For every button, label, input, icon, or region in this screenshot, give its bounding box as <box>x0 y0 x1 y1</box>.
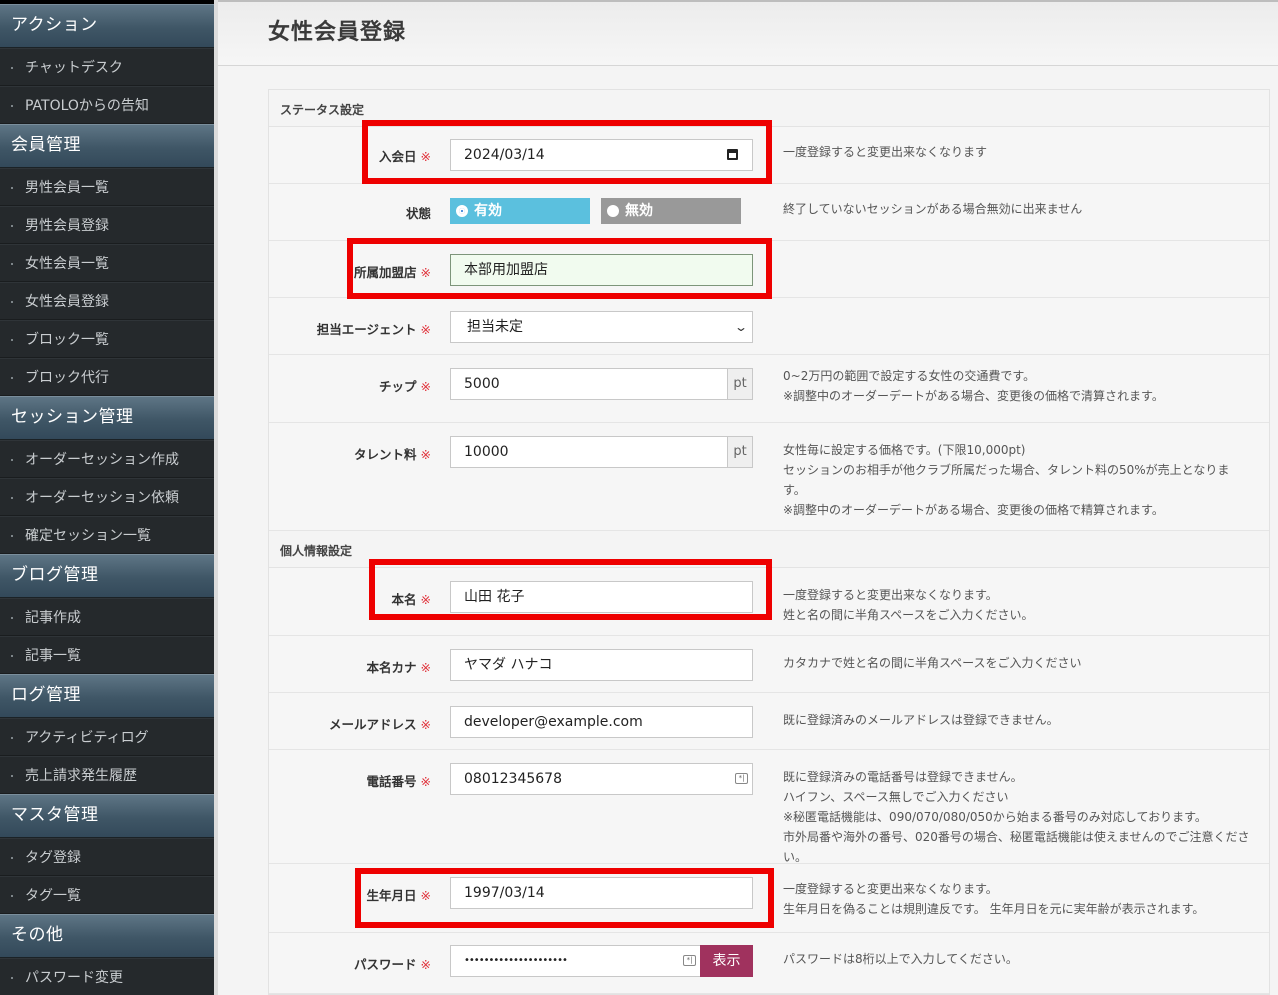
sidebar-item-tag-list[interactable]: タグ一覧 <box>0 876 214 914</box>
row-tip: チップ ※ 5000 pt 0~2万円の範囲で設定する女性の交通費です。 ※調整中… <box>269 355 1269 423</box>
tip-note: 0~2万円の範囲で設定する女性の交通費です。 ※調整中のオーダーデートがある場合… <box>783 369 1164 403</box>
highlight-box-real-name <box>369 559 772 620</box>
autofill-icon[interactable]: *| <box>683 955 696 966</box>
row-phone: 電話番号 ※ 08012345678 *| 既に登録済みの電話番号は登録できません… <box>269 750 1269 864</box>
sidebar-item-block-list[interactable]: ブロック一覧 <box>0 320 214 358</box>
row-agent: 担当エージェント ※ 担当未定 ⌄ <box>269 298 1269 355</box>
birthday-note: 一度登録すると変更出来なくなります。 生年月日を偽ることは規則違反です。 生年月… <box>783 882 1205 916</box>
highlight-box-join-date <box>362 120 772 184</box>
join-date-note: 一度登録すると変更出来なくなります <box>783 145 988 159</box>
tip-unit: pt <box>727 368 753 400</box>
sidebar-section-sessions[interactable]: セッション管理 <box>0 396 214 440</box>
sidebar-item-tag-register[interactable]: タグ登録 <box>0 838 214 876</box>
real-name-kana-note: カタカナで姓と名の間に半角スペースをご入力ください <box>783 656 1082 670</box>
main-area: 女性会員登録 ステータス設定 入会日 ※ 2024/03/14 一度登録すると変更… <box>214 0 1278 995</box>
sidebar-item-block-proxy[interactable]: ブロック代行 <box>0 358 214 396</box>
row-real-name-kana: 本名カナ ※ ヤマダ ハナコ カタカナで姓と名の間に半角スペースをご入力ください <box>269 636 1269 693</box>
agent-select[interactable]: 担当未定 ⌄ <box>450 311 753 343</box>
real-name-kana-input[interactable]: ヤマダ ハナコ <box>450 649 753 681</box>
sidebar-item-patolo-notice[interactable]: PATOLOからの告知 <box>0 86 214 124</box>
sidebar-section-logs[interactable]: ログ管理 <box>0 674 214 718</box>
row-state: 状態 有効 無効 終了していないセッションがある場合無効に出来ません <box>269 184 1269 241</box>
highlight-box-birthday <box>355 868 774 928</box>
talent-fee-label: タレント料 ※ <box>354 447 431 462</box>
talent-fee-note: 女性毎に設定する価格です。(下限10,000pt) セッションのお相手が他クラブ… <box>783 443 1230 517</box>
real-name-note: 一度登録すると変更出来なくなります。 姓と名の間に半角スペースをご入力ください。 <box>783 588 1034 622</box>
sidebar-item-order-session-create[interactable]: オーダーセッション作成 <box>0 440 214 478</box>
registration-form: ステータス設定 入会日 ※ 2024/03/14 一度登録すると変更出来なくなりま… <box>268 89 1270 995</box>
autofill-icon[interactable]: *| <box>735 773 748 784</box>
sidebar-item-article-list[interactable]: 記事一覧 <box>0 636 214 674</box>
sidebar-item-article-create[interactable]: 記事作成 <box>0 598 214 636</box>
tip-label: チップ ※ <box>379 379 431 394</box>
sidebar-item-order-session-request[interactable]: オーダーセッション依頼 <box>0 478 214 516</box>
sidebar-item-activity-log[interactable]: アクティビティログ <box>0 718 214 756</box>
radio-unselected-icon <box>607 205 619 217</box>
state-radio-active[interactable]: 有効 <box>450 198 590 224</box>
sidebar-item-confirmed-sessions[interactable]: 確定セッション一覧 <box>0 516 214 554</box>
sidebar-item-female-register[interactable]: 女性会員登録 <box>0 282 214 320</box>
tip-input[interactable]: 5000 pt <box>450 368 753 400</box>
show-password-button[interactable]: 表示 <box>700 945 753 977</box>
password-label: パスワード ※ <box>354 957 431 972</box>
row-email: メールアドレス ※ developer@example.com 既に登録済みのメー… <box>269 693 1269 750</box>
sidebar-item-female-list[interactable]: 女性会員一覧 <box>0 244 214 282</box>
agent-label: 担当エージェント ※ <box>316 322 431 337</box>
chevron-down-icon: ⌄ <box>733 320 749 334</box>
sidebar-section-action[interactable]: アクション <box>0 4 214 48</box>
real-name-kana-label: 本名カナ ※ <box>366 660 432 675</box>
state-note: 終了していないセッションがある場合無効に出来ません <box>783 202 1083 216</box>
state-label: 状態 <box>405 206 431 221</box>
sidebar-item-chat-desk[interactable]: チャットデスク <box>0 48 214 86</box>
talent-fee-input[interactable]: 10000 pt <box>450 436 753 468</box>
password-input[interactable]: ••••••••••••••••••••• *| <box>450 945 701 977</box>
phone-input[interactable]: 08012345678 *| <box>450 763 753 795</box>
row-talent-fee: タレント料 ※ 10000 pt 女性毎に設定する価格です。(下限10,000pt… <box>269 423 1269 531</box>
email-field[interactable]: developer@example.com <box>450 706 753 738</box>
sidebar-section-members[interactable]: 会員管理 <box>0 124 214 168</box>
sidebar-item-billing-history[interactable]: 売上請求発生履歴 <box>0 756 214 794</box>
talent-fee-unit: pt <box>727 436 753 468</box>
phone-note: 既に登録済みの電話番号は登録できません。 ハイフン、スペース無しでご入力ください… <box>783 770 1250 864</box>
sidebar-section-blog[interactable]: ブログ管理 <box>0 554 214 598</box>
radio-selected-icon <box>456 205 468 217</box>
highlight-box-store <box>347 238 772 299</box>
sidebar-section-other[interactable]: その他 <box>0 914 214 958</box>
row-password: パスワード ※ ••••••••••••••••••••• *| 表示 パスワード… <box>269 933 1269 994</box>
email-note: 既に登録済みのメールアドレスは登録できません。 <box>783 713 1059 727</box>
phone-label: 電話番号 ※ <box>366 774 432 789</box>
state-radio-inactive[interactable]: 無効 <box>601 198 741 224</box>
sidebar-item-male-register[interactable]: 男性会員登録 <box>0 206 214 244</box>
sidebar-item-password-change[interactable]: パスワード変更 <box>0 958 214 995</box>
sidebar-section-master[interactable]: マスタ管理 <box>0 794 214 838</box>
email-label: メールアドレス ※ <box>329 717 431 732</box>
sidebar: アクション チャットデスク PATOLOからの告知 会員管理 男性会員一覧 男性… <box>0 0 214 995</box>
page-title: 女性会員登録 <box>268 20 407 45</box>
page-header: 女性会員登録 <box>218 0 1278 66</box>
sidebar-item-male-list[interactable]: 男性会員一覧 <box>0 168 214 206</box>
password-note: パスワードは8桁以上で入力してください。 <box>783 952 1018 966</box>
